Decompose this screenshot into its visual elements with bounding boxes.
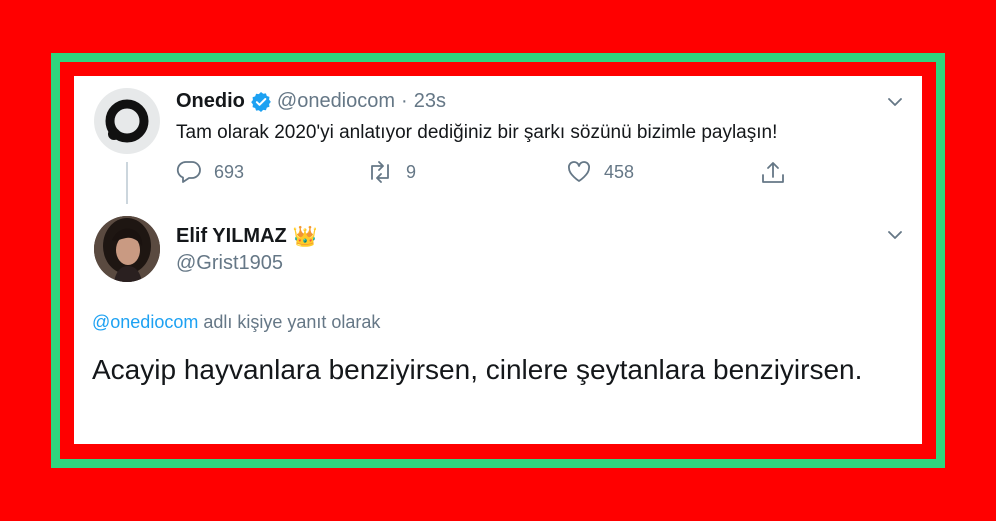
reply-count: 693 — [214, 161, 245, 182]
reply-icon — [176, 161, 201, 183]
tweet1-header: Onedio @onediocom · 23s — [176, 90, 446, 113]
verified-badge-icon — [251, 91, 271, 112]
profile-photo — [94, 216, 160, 282]
replying-to-line: @onediocom adlı kişiye yanıt olarak — [92, 312, 380, 333]
tweet2-handle[interactable]: @Grist1905 — [176, 252, 283, 275]
retweet-count: 9 — [406, 161, 417, 182]
tweet1-handle[interactable]: @onediocom — [277, 90, 395, 113]
onedio-logo-icon — [105, 99, 149, 143]
like-button[interactable]: 458 — [566, 160, 634, 184]
reply-to-user-link[interactable]: @onediocom — [92, 312, 198, 332]
tweet1-action-bar: 693 9 458 — [176, 160, 796, 186]
tweet2-text: Acayip hayvanlara benziyirsen, cinlere ş… — [92, 354, 863, 385]
heart-icon — [568, 161, 590, 182]
crown-icon: 👑 — [292, 226, 318, 248]
tweet-thread-card: Onedio @onediocom · 23s Tam olarak 2020'… — [74, 76, 922, 444]
like-count: 458 — [604, 161, 635, 182]
tweet2-header: Elif YILMAZ 👑 — [176, 224, 318, 249]
elif-avatar[interactable] — [94, 216, 160, 282]
reply-to-suffix: adlı kişiye yanıt olarak — [198, 312, 381, 332]
onedio-avatar[interactable] — [94, 88, 160, 154]
share-button[interactable] — [760, 160, 786, 186]
tweet2-author-name[interactable]: Elif YILMAZ — [176, 225, 287, 248]
retweet-icon — [371, 161, 389, 183]
tweet1-time[interactable]: 23s — [414, 90, 446, 113]
thread-connector-line — [126, 162, 128, 204]
tweet1-text: Tam olarak 2020'yi anlatıyor dediğiniz b… — [176, 122, 778, 143]
retweet-button[interactable]: 9 — [366, 160, 416, 184]
share-icon — [762, 162, 784, 183]
tweet1-separator: · — [401, 90, 408, 112]
tweet2-chevron-down-icon[interactable] — [886, 226, 904, 244]
tweet1-chevron-down-icon[interactable] — [886, 93, 904, 111]
tweet1-author-name[interactable]: Onedio — [176, 90, 245, 113]
reply-button[interactable]: 693 — [176, 160, 244, 184]
